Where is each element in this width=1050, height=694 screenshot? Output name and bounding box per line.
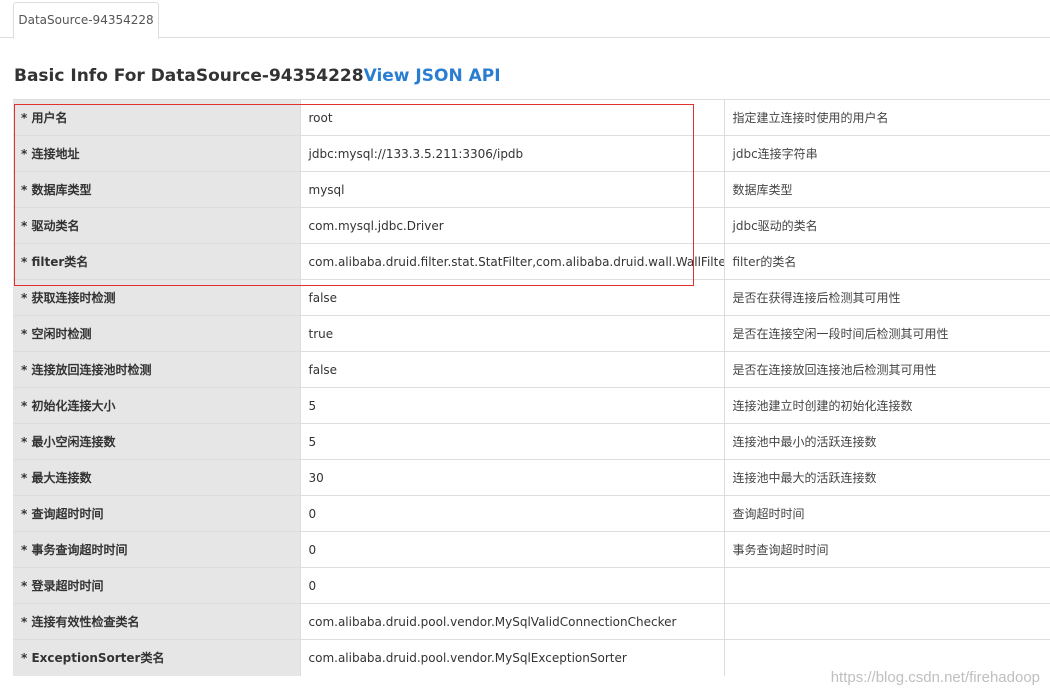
- table-body: * 用户名 root 指定建立连接时使用的用户名 * 连接地址 jdbc:mysql:/…: [13, 99, 1050, 676]
- property-name-cell: * 最小空闲连接数: [13, 423, 300, 460]
- table-row: * 获取连接时检测 false 是否在获得连接后检测其可用性: [13, 279, 1050, 316]
- property-name-cell: * 用户名: [13, 99, 300, 136]
- property-name-cell: * 获取连接时检测: [13, 279, 300, 316]
- property-desc-cell: jdbc驱动的类名: [723, 207, 1050, 244]
- table-row: * 空闲时检测 true 是否在连接空闲一段时间后检测其可用性: [13, 315, 1050, 352]
- property-name-cell: * 登录超时时间: [13, 567, 300, 604]
- table-row: * 最小空闲连接数 5 连接池中最小的活跃连接数: [13, 423, 1050, 460]
- tab-datasource[interactable]: DataSource-94354228: [13, 2, 159, 39]
- table-row: * 登录超时时间 0: [13, 567, 1050, 604]
- property-desc-cell: [723, 603, 1050, 640]
- property-desc-cell: [723, 567, 1050, 604]
- table-row: * 用户名 root 指定建立连接时使用的用户名: [13, 99, 1050, 136]
- property-name-cell: * 初始化连接大小: [13, 387, 300, 424]
- property-desc-cell: 数据库类型: [723, 171, 1050, 208]
- property-value-cell: com.alibaba.druid.pool.vendor.MySqlExcep…: [299, 639, 724, 676]
- datasource-info-table: * 用户名 root 指定建立连接时使用的用户名 * 连接地址 jdbc:mysql:/…: [13, 99, 1050, 676]
- page-title: Basic Info For DataSource-94354228View J…: [14, 66, 501, 92]
- table-row: * ExceptionSorter类名 com.alibaba.druid.poo…: [13, 639, 1050, 676]
- property-desc-cell: jdbc连接字符串: [723, 135, 1050, 172]
- page-title-text: Basic Info For DataSource-94354228: [14, 66, 364, 86]
- property-desc-cell: 连接池中最小的活跃连接数: [723, 423, 1050, 460]
- property-value-cell: 30: [299, 459, 724, 496]
- property-name-cell: * filter类名: [13, 243, 300, 280]
- property-desc-cell: 连接池中最大的活跃连接数: [723, 459, 1050, 496]
- property-name-cell: * 数据库类型: [13, 171, 300, 208]
- table-row: * 初始化连接大小 5 连接池建立时创建的初始化连接数: [13, 387, 1050, 424]
- property-value-cell: com.mysql.jdbc.Driver: [299, 207, 724, 244]
- property-value-cell: 5: [299, 387, 724, 424]
- property-desc-cell: 是否在获得连接后检测其可用性: [723, 279, 1050, 316]
- table-row: * 最大连接数 30 连接池中最大的活跃连接数: [13, 459, 1050, 496]
- property-name-cell: * 查询超时时间: [13, 495, 300, 532]
- property-desc-cell: 是否在连接空闲一段时间后检测其可用性: [723, 315, 1050, 352]
- property-value-cell: 0: [299, 495, 724, 532]
- property-name-cell: * 空闲时检测: [13, 315, 300, 352]
- property-name-cell: * ExceptionSorter类名: [13, 639, 300, 676]
- property-desc-cell: filter的类名: [723, 243, 1050, 280]
- property-value-cell: mysql: [299, 171, 724, 208]
- table-row: * 事务查询超时时间 0 事务查询超时时间: [13, 531, 1050, 568]
- table-row: * 数据库类型 mysql 数据库类型: [13, 171, 1050, 208]
- property-value-cell: 0: [299, 531, 724, 568]
- property-desc-cell: 连接池建立时创建的初始化连接数: [723, 387, 1050, 424]
- view-json-api-link[interactable]: View JSON API: [364, 66, 501, 86]
- table-row: * filter类名 com.alibaba.druid.filter.stat.…: [13, 243, 1050, 280]
- property-value-cell: 0: [299, 567, 724, 604]
- table-row: * 连接有效性检查类名 com.alibaba.druid.pool.vendor…: [13, 603, 1050, 640]
- property-value-cell: true: [299, 315, 724, 352]
- page: DataSource-94354228 Basic Info For DataS…: [0, 0, 1050, 694]
- table-row: * 连接地址 jdbc:mysql://133.3.5.211:3306/ipdb…: [13, 135, 1050, 172]
- tab-bar: DataSource-94354228: [0, 0, 1050, 39]
- property-value-cell: jdbc:mysql://133.3.5.211:3306/ipdb: [299, 135, 724, 172]
- property-desc-cell: 指定建立连接时使用的用户名: [723, 99, 1050, 136]
- property-name-cell: * 连接地址: [13, 135, 300, 172]
- property-value-cell: false: [299, 279, 724, 316]
- property-name-cell: * 连接有效性检查类名: [13, 603, 300, 640]
- property-desc-cell: 查询超时时间: [723, 495, 1050, 532]
- property-value-cell: com.alibaba.druid.pool.vendor.MySqlValid…: [299, 603, 724, 640]
- property-value-cell: false: [299, 351, 724, 388]
- property-desc-cell: 事务查询超时时间: [723, 531, 1050, 568]
- property-name-cell: * 驱动类名: [13, 207, 300, 244]
- property-desc-cell: [723, 639, 1050, 676]
- property-name-cell: * 事务查询超时时间: [13, 531, 300, 568]
- property-value-cell: com.alibaba.druid.filter.stat.StatFilter…: [299, 243, 724, 280]
- table-row: * 查询超时时间 0 查询超时时间: [13, 495, 1050, 532]
- table-row: * 驱动类名 com.mysql.jdbc.Driver jdbc驱动的类名: [13, 207, 1050, 244]
- property-name-cell: * 最大连接数: [13, 459, 300, 496]
- property-name-cell: * 连接放回连接池时检测: [13, 351, 300, 388]
- property-value-cell: 5: [299, 423, 724, 460]
- table-row: * 连接放回连接池时检测 false 是否在连接放回连接池后检测其可用性: [13, 351, 1050, 388]
- property-desc-cell: 是否在连接放回连接池后检测其可用性: [723, 351, 1050, 388]
- property-value-cell: root: [299, 99, 724, 136]
